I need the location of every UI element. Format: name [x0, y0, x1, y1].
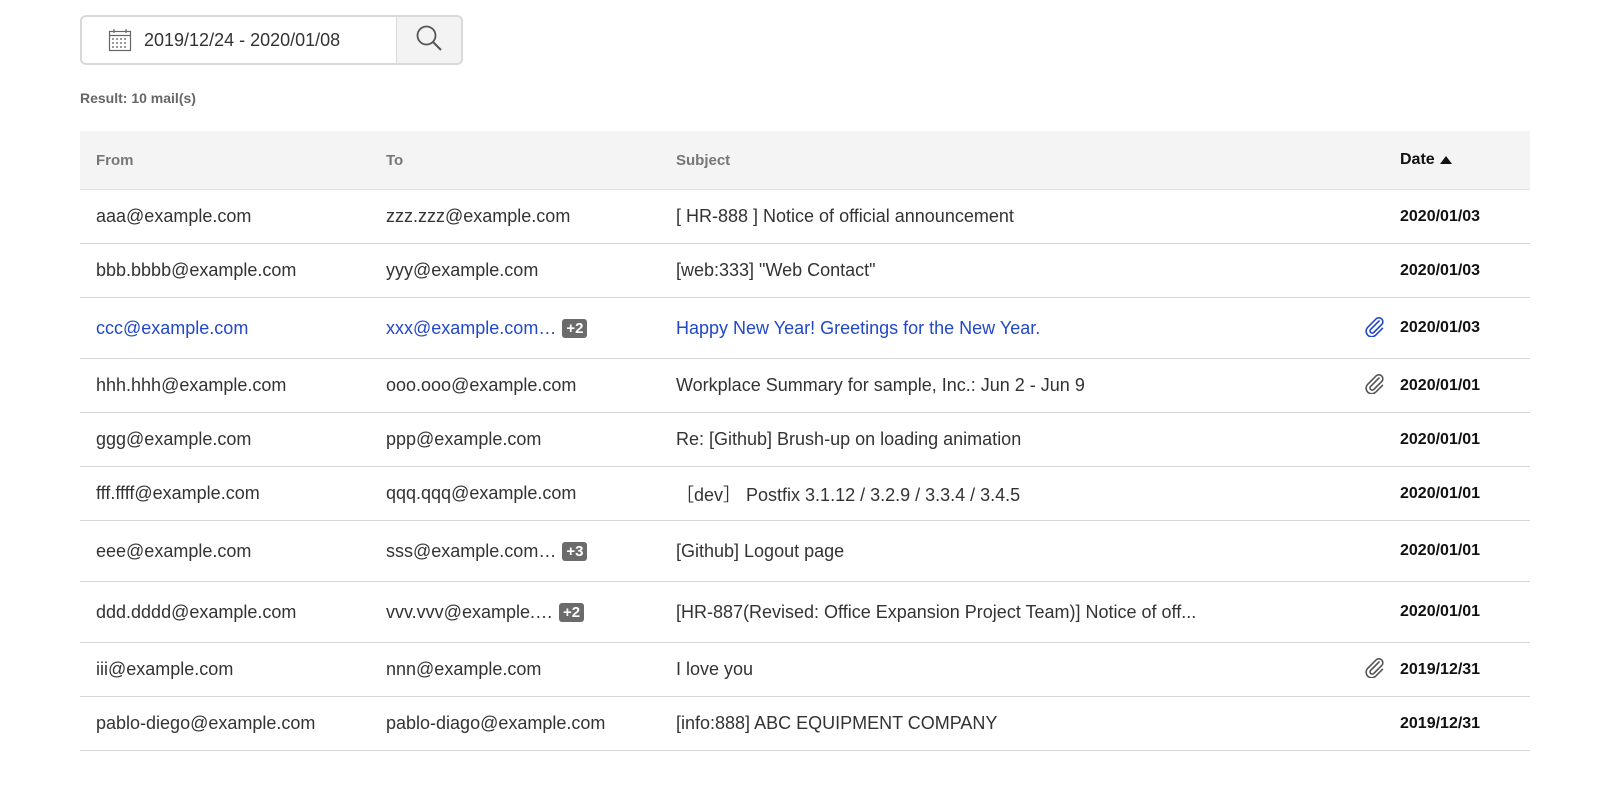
row-subject: Happy New Year! Greetings for the New Ye… — [676, 317, 1041, 338]
row-subject: [info:888] ABC EQUIPMENT COMPANY — [676, 713, 998, 733]
row-from: eee@example.com — [96, 540, 252, 561]
table-row[interactable]: ddd.dddd@example.com vvv.vvv@example.… +2 [… — [80, 582, 1530, 643]
row-attachment-cell — [1354, 372, 1394, 399]
table-row[interactable]: pablo-diego@example.com pablo-diago@examp… — [80, 697, 1530, 751]
column-header-date-label: Date — [1400, 151, 1435, 168]
column-header-subject[interactable]: Subject — [660, 152, 1354, 169]
calendar-icon — [108, 28, 132, 52]
row-to-address: qqq.qqq@example.com — [386, 483, 577, 503]
row-to-address: xxx@example.com… — [386, 317, 557, 338]
row-to-address: pablo-diago@example.com — [386, 713, 606, 733]
row-subject: [Github] Logout page — [676, 540, 845, 561]
row-to: xxx@example.com… +2 — [370, 318, 660, 339]
row-date: 2019/12/31 — [1400, 660, 1481, 678]
row-subject: Re: [Github] Brush-up on loading animati… — [676, 429, 1022, 449]
row-from: ggg@example.com — [96, 429, 252, 449]
row-from: hhh.hhh@example.com — [96, 375, 287, 395]
paperclip-icon — [1363, 656, 1385, 683]
row-from: iii@example.com — [96, 659, 234, 679]
row-date: 2020/01/01 — [1400, 430, 1481, 448]
mail-list: aaa@example.com zzz.zzz@example.com [ HR-8… — [80, 190, 1530, 751]
row-subject: [HR-887(Revised: Office Expansion Projec… — [676, 601, 1197, 622]
date-range-text: 2019/12/24 - 2020/01/08 — [144, 29, 341, 50]
extra-recipients-badge: +3 — [562, 541, 588, 561]
sort-ascending-icon — [1439, 156, 1452, 164]
row-from: pablo-diego@example.com — [96, 713, 316, 733]
date-range-field[interactable]: 2019/12/24 - 2020/01/08 — [82, 17, 396, 63]
row-from: aaa@example.com — [96, 206, 252, 226]
table-row[interactable]: aaa@example.com zzz.zzz@example.com [ HR-8… — [80, 190, 1530, 244]
row-date: 2020/01/01 — [1400, 542, 1481, 559]
table-row[interactable]: hhh.hhh@example.com ooo.ooo@example.com Wo… — [80, 359, 1530, 413]
search-button[interactable] — [396, 17, 461, 63]
column-header-date[interactable]: Date — [1394, 151, 1530, 169]
date-search-bar: 2019/12/24 - 2020/01/08 — [80, 15, 463, 65]
row-to: nnn@example.com — [370, 659, 660, 680]
column-header-to[interactable]: To — [370, 152, 660, 169]
row-to-address: vvv.vvv@example.… — [386, 601, 553, 622]
extra-recipients-badge: +2 — [558, 602, 585, 622]
row-date: 2020/01/01 — [1400, 376, 1481, 394]
row-date: 2020/01/01 — [1400, 603, 1481, 620]
row-date: 2020/01/03 — [1400, 319, 1481, 336]
row-subject: [ HR-888 ] Notice of official announceme… — [676, 206, 1014, 226]
row-to: sss@example.com… +3 — [370, 541, 660, 562]
row-to: pablo-diago@example.com — [370, 713, 660, 734]
row-subject: Workplace Summary for sample, Inc.: Jun … — [676, 375, 1085, 395]
row-date: 2019/12/31 — [1400, 714, 1481, 732]
row-subject: ［dev］ Postfix 3.1.12 / 3.2.9 / 3.3.4 / 3… — [676, 484, 1021, 505]
result-count: Result: 10 mail(s) — [80, 90, 196, 106]
extra-recipients-badge: +2 — [562, 318, 588, 338]
row-to-address: zzz.zzz@example.com — [386, 206, 571, 226]
table-row[interactable]: fff.ffff@example.com qqq.qqq@example.com ［… — [80, 467, 1530, 521]
row-to-address: ooo.ooo@example.com — [386, 375, 577, 395]
row-attachment-cell — [1354, 315, 1394, 342]
row-to: zzz.zzz@example.com — [370, 206, 660, 227]
paperclip-icon — [1363, 372, 1385, 399]
row-from: bbb.bbbb@example.com — [96, 260, 297, 280]
table-row[interactable]: ggg@example.com ppp@example.com Re: [Githu… — [80, 413, 1530, 467]
row-to-address: yyy@example.com — [386, 260, 539, 280]
row-to: ooo.ooo@example.com — [370, 375, 660, 396]
table-row[interactable]: iii@example.com nnn@example.com I love you… — [80, 643, 1530, 697]
row-to: vvv.vvv@example.… +2 — [370, 602, 660, 623]
table-row[interactable]: bbb.bbbb@example.com yyy@example.com [web:… — [80, 244, 1530, 298]
row-from: fff.ffff@example.com — [96, 483, 260, 503]
row-date: 2020/01/03 — [1400, 261, 1481, 279]
row-from: ddd.dddd@example.com — [96, 601, 297, 622]
column-header-from[interactable]: From — [80, 152, 370, 169]
paperclip-icon — [1363, 315, 1385, 342]
table-header: From To Subject Date — [80, 131, 1530, 190]
row-date: 2020/01/01 — [1400, 484, 1481, 502]
row-date: 2020/01/03 — [1400, 207, 1481, 225]
row-to-address: nnn@example.com — [386, 659, 542, 679]
row-from: ccc@example.com — [96, 317, 249, 338]
row-to: yyy@example.com — [370, 260, 660, 281]
magnifier-icon — [415, 24, 443, 57]
row-to: ppp@example.com — [370, 429, 660, 450]
row-to-address: ppp@example.com — [386, 429, 542, 449]
row-subject: [web:333] "Web Contact" — [676, 260, 876, 280]
row-to-address: sss@example.com… — [386, 540, 557, 561]
row-subject: I love you — [676, 659, 754, 679]
table-row[interactable]: eee@example.com sss@example.com… +3 [Github… — [80, 521, 1530, 582]
row-to: qqq.qqq@example.com — [370, 483, 660, 504]
row-attachment-cell — [1354, 656, 1394, 683]
table-row[interactable]: ccc@example.com xxx@example.com… +2 Happy N… — [80, 298, 1530, 359]
mail-table: From To Subject Date aaa@example.com zzz.… — [80, 131, 1530, 751]
